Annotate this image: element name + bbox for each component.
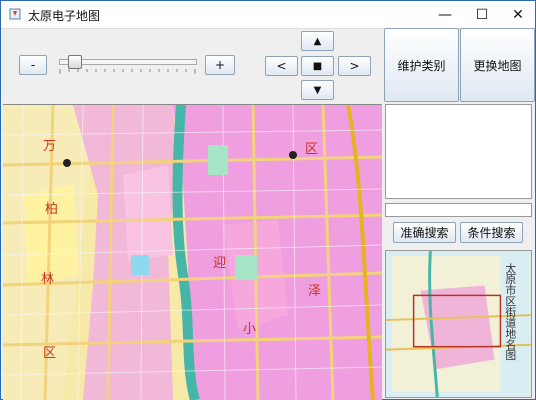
maximize-button[interactable]: ☐ (464, 1, 500, 28)
pan-right-button[interactable]: > (338, 56, 371, 76)
zoom-in-button[interactable]: + (205, 55, 235, 75)
pan-left-button[interactable]: < (265, 56, 298, 76)
search-input[interactable] (385, 203, 532, 217)
change-map-button[interactable]: 更换地图 (460, 28, 535, 102)
maintain-category-button[interactable]: 维护类别 (384, 28, 459, 102)
city-map[interactable]: 万 柏 林 区 迎 泽 区 小 (3, 104, 382, 400)
pan-up-button[interactable]: ▲ (301, 31, 334, 51)
pan-center-button[interactable]: ■ (301, 56, 334, 76)
exact-search-button[interactable]: 准确搜索 (393, 222, 456, 243)
conditional-search-button[interactable]: 条件搜索 (460, 222, 523, 243)
map-label-ze: 泽 (308, 284, 321, 299)
map-label-lin: 林 (41, 272, 54, 287)
map-label-xiao: 小 (243, 322, 256, 337)
zoom-slider-thumb[interactable] (67, 55, 82, 69)
java-app-icon (9, 8, 21, 20)
window-title: 太原电子地图 (28, 9, 101, 23)
pan-down-button[interactable]: ▼ (301, 80, 334, 100)
map-label-bai: 柏 (45, 202, 58, 217)
map-label-ying: 迎 (213, 256, 226, 271)
zoom-slider-ticks (59, 69, 196, 74)
minimize-button[interactable]: — (427, 1, 463, 28)
map-label-qu-2: 区 (305, 142, 318, 157)
close-button[interactable]: ✕ (500, 1, 536, 28)
overview-title: 太原市区街道地名图 (504, 262, 517, 361)
results-list[interactable] (385, 104, 532, 199)
map-label-qu: 区 (43, 346, 56, 361)
map-label-wan: 万 (43, 139, 56, 154)
zoom-out-button[interactable]: - (19, 55, 47, 75)
overview-map[interactable]: 太原市区街道地名图 (385, 250, 532, 398)
app-window: 太原电子地图 — ☐ ✕ - + ▲ < ■ > ▼ 维护类别 更换地图 准确搜… (0, 0, 536, 400)
title-bar: 太原电子地图 — ☐ ✕ (1, 1, 535, 29)
